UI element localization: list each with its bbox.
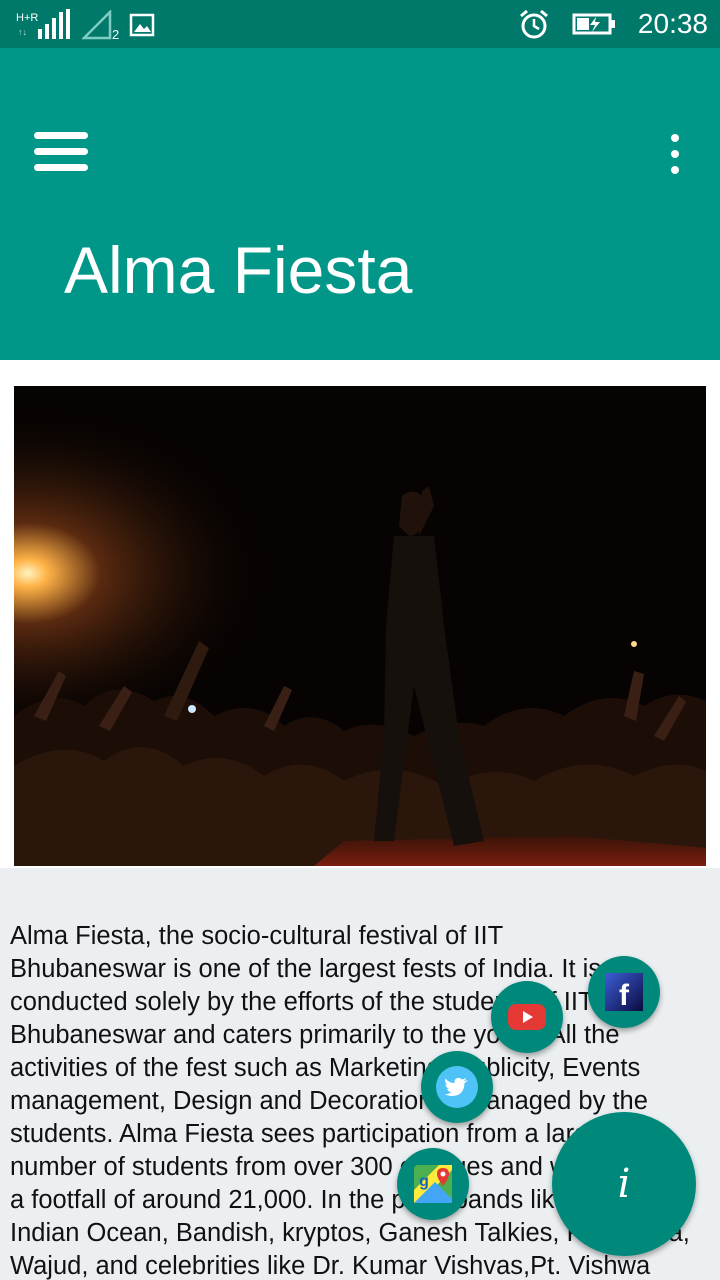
google-maps-icon: g <box>414 1165 452 1203</box>
maps-button[interactable]: g <box>397 1148 469 1220</box>
status-bar: H+R ↑↓ 2 20:38 <box>0 0 720 48</box>
svg-text:g: g <box>419 1173 429 1190</box>
article-line: activities of the fest such as Marketing… <box>10 1054 641 1082</box>
facebook-icon: f <box>605 973 643 1012</box>
page-title: Alma Fiesta <box>64 233 413 307</box>
gallery-icon <box>129 13 155 37</box>
more-vert-icon[interactable] <box>668 134 682 174</box>
info-icon: i <box>617 1161 631 1207</box>
facebook-button[interactable]: f <box>588 956 660 1028</box>
no-signal-icon <box>82 10 112 40</box>
youtube-button[interactable] <box>491 981 563 1053</box>
sim-slot-label: 2 <box>112 26 120 42</box>
article-line: Alma Fiesta, the socio-cultural festival… <box>10 922 504 950</box>
network-label: H+R <box>16 12 38 24</box>
hero-card <box>0 360 720 868</box>
clock: 20:38 <box>637 8 708 39</box>
app-bar: Alma Fiesta <box>0 48 720 360</box>
status-bar-left: H+R ↑↓ 2 <box>16 8 155 42</box>
alarm-icon <box>519 9 548 39</box>
hamburger-menu-icon[interactable] <box>34 132 90 176</box>
signal-icon: H+R ↑↓ <box>16 9 70 39</box>
svg-text:↑↓: ↑↓ <box>18 27 27 37</box>
battery-charging-icon <box>572 13 615 35</box>
info-button[interactable]: i <box>552 1112 696 1256</box>
youtube-icon <box>508 1004 546 1030</box>
twitter-icon <box>436 1066 478 1108</box>
concert-photo <box>14 386 706 866</box>
status-bar-right: 20:38 <box>518 0 708 48</box>
svg-text:f: f <box>619 979 630 1012</box>
twitter-button[interactable] <box>421 1051 493 1123</box>
